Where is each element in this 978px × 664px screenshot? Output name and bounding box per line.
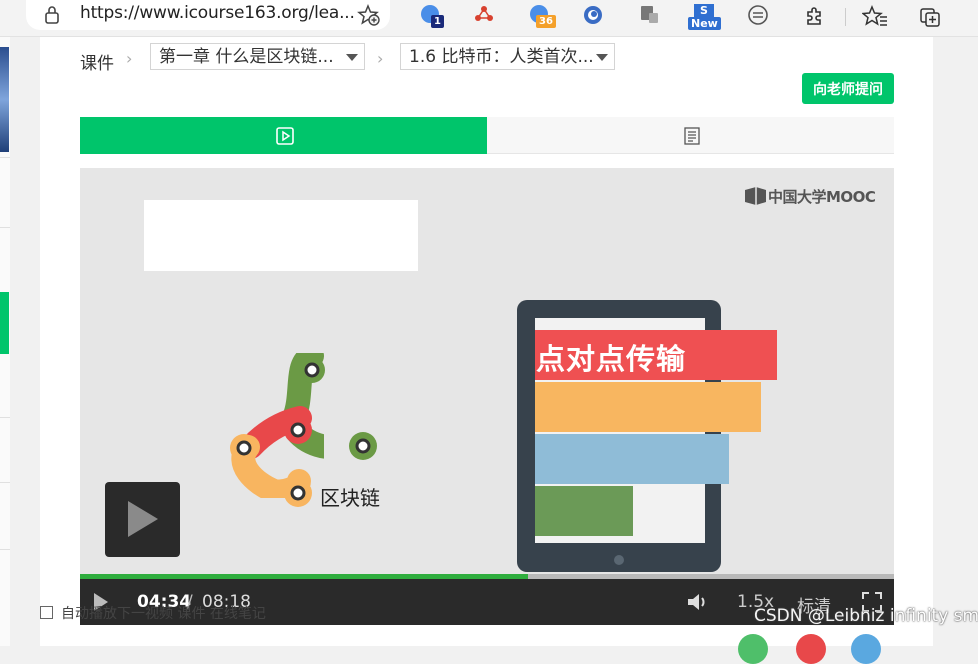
chapter-select-value: 第一章 什么是区块链... <box>159 47 334 67</box>
document-icon <box>684 127 700 145</box>
browser-extension-icon[interactable] <box>746 3 772 29</box>
extension-badge: 36 <box>536 15 556 28</box>
side-panel-strip <box>0 37 10 646</box>
side-active-marker <box>0 292 9 354</box>
course-page: 课件 › 第一章 什么是区块链... › 1.6 比特币：人类首次... 向老师… <box>40 37 933 646</box>
extension-badge: 1 <box>431 15 444 28</box>
red-circle-icon[interactable] <box>796 634 826 664</box>
news-extension-icon[interactable]: S New <box>688 3 721 30</box>
breadcrumb-root[interactable]: 课件 <box>80 49 114 74</box>
chevron-right-icon: › <box>126 49 133 68</box>
bottom-options-text: 自动播放下一视频 课件 在线笔记 <box>40 603 266 623</box>
green-circle-icon[interactable] <box>738 634 768 664</box>
security-extension-icon[interactable]: 36 <box>528 3 556 29</box>
add-favorite-icon[interactable] <box>357 3 381 27</box>
ask-teacher-button[interactable]: 向老师提问 <box>802 73 894 104</box>
extensions-puzzle-icon[interactable] <box>803 4 827 28</box>
tab-video[interactable] <box>80 117 487 154</box>
lock-icon[interactable] <box>44 5 60 25</box>
chevron-down-icon <box>596 54 608 61</box>
bottom-options-label: 自动播放下一视频 课件 在线笔记 <box>61 606 266 622</box>
collections-icon[interactable] <box>918 4 944 28</box>
mooc-logo-icon <box>745 187 766 205</box>
video-player[interactable]: 中国大学MOOC 区块链 点对点传输 04:34 / 08:18 1.5x 标清 <box>80 168 894 625</box>
blockchain-label: 区块链 <box>320 486 380 510</box>
circle-extension-icon[interactable] <box>581 3 607 29</box>
csdn-watermark: CSDN @Leibniz infinity sml <box>754 606 978 626</box>
lesson-select-value: 1.6 比特币：人类首次... <box>409 47 594 67</box>
device-extension-icon[interactable] <box>638 3 664 29</box>
play-icon <box>128 501 158 537</box>
network-extension-icon[interactable] <box>473 3 499 29</box>
url-text[interactable]: https://www.icourse163.org/lea... <box>80 3 355 23</box>
tab-document[interactable] <box>487 117 894 154</box>
translate-extension-icon[interactable]: 1 <box>419 3 445 29</box>
extension-badge: New <box>688 17 721 30</box>
mooc-logo-text: 中国大学MOOC <box>768 188 876 206</box>
video-play-icon <box>276 127 294 145</box>
chapter-select[interactable]: 第一章 什么是区块链... <box>150 43 365 70</box>
volume-icon[interactable] <box>686 590 710 614</box>
video-caption-box <box>144 200 418 271</box>
side-thumbnail <box>0 47 9 152</box>
big-play-button[interactable] <box>105 482 180 557</box>
tablet-title: 点对点传输 <box>536 342 687 376</box>
autoplay-checkbox[interactable] <box>40 606 53 619</box>
chevron-right-icon: › <box>377 49 384 68</box>
blue-circle-icon[interactable] <box>851 634 881 664</box>
toolbar-divider <box>845 8 846 26</box>
content-tabs <box>80 117 894 154</box>
lesson-select[interactable]: 1.6 比特币：人类首次... <box>400 43 615 70</box>
browser-toolbar: https://www.icourse163.org/lea... 1 36 S… <box>0 0 978 37</box>
chevron-down-icon <box>346 54 358 61</box>
favorites-icon[interactable] <box>862 4 888 28</box>
